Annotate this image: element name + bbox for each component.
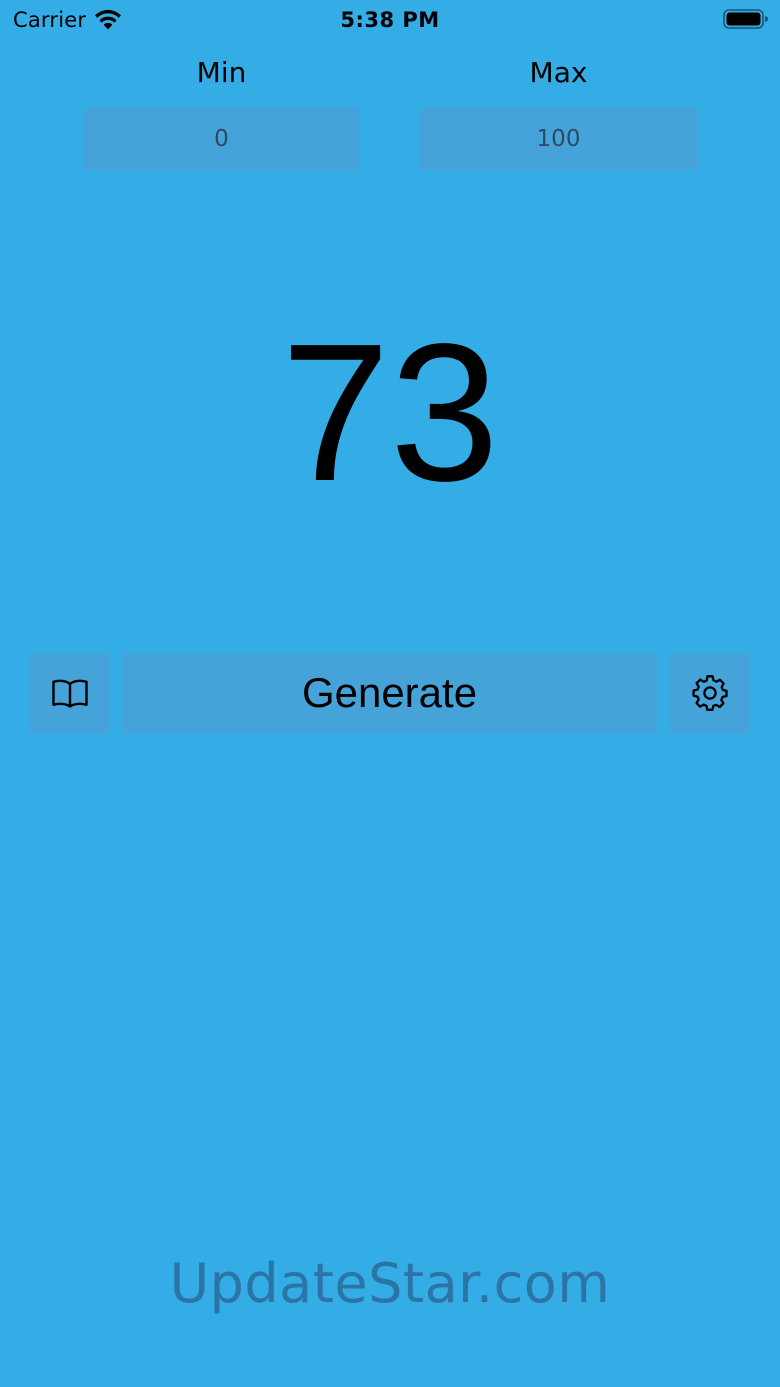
min-label: Min [196,56,247,89]
settings-button[interactable] [670,653,750,733]
battery-icon [723,9,768,29]
watermark-text: UpdateStar.com [169,1252,611,1315]
max-label: Max [529,56,588,89]
gear-icon [692,675,728,711]
status-bar: Carrier 5:38 PM [0,0,780,40]
history-button[interactable] [30,653,110,733]
app-screen: Carrier 5:38 PM Min Max 73 Generate [0,0,780,1387]
book-icon [52,679,88,708]
min-input[interactable] [83,108,360,170]
random-result: 73 [280,303,499,522]
generate-button[interactable]: Generate [122,653,657,733]
max-input[interactable] [420,108,697,170]
status-time: 5:38 PM [340,8,440,32]
